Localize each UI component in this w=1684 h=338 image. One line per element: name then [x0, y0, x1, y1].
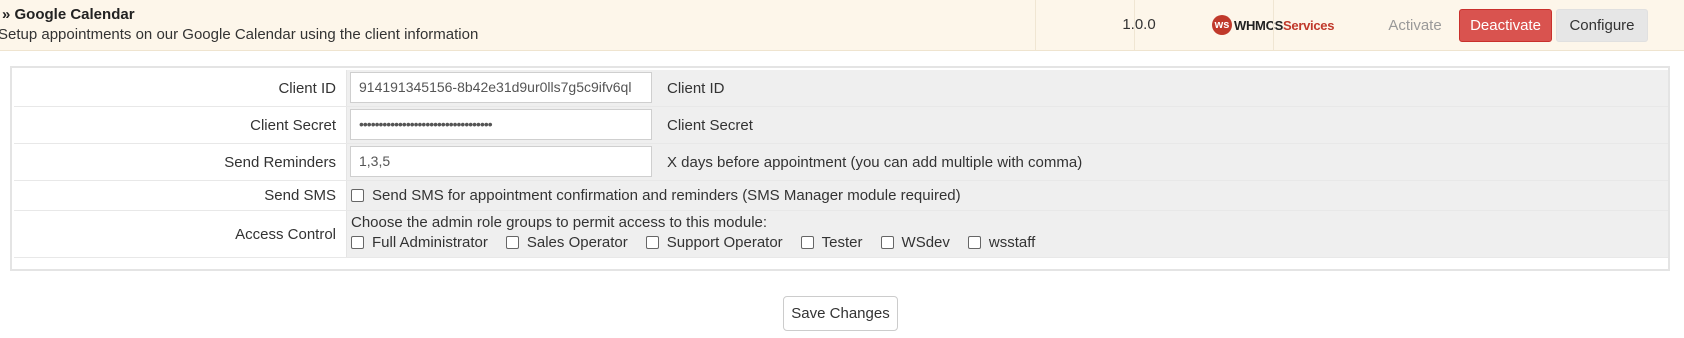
activate-button[interactable]: Activate — [1378, 9, 1452, 42]
client-id-field-cell: 914191345156-8b42e31d9ur0lls7g5c9ifv6ql … — [346, 70, 1668, 106]
role-option: Support Operator — [645, 234, 783, 251]
send-sms-field-cell: Send SMS for appointment confirmation an… — [346, 181, 1668, 210]
send-reminders-input[interactable]: 1,3,5 — [350, 146, 652, 177]
send-sms-checkbox[interactable] — [351, 189, 364, 202]
config-row-client-id: Client ID 914191345156-8b42e31d9ur0lls7g… — [14, 70, 1668, 107]
send-reminders-field-cell: 1,3,5 X days before appointment (you can… — [346, 144, 1668, 180]
role-option: WSdev — [880, 234, 950, 251]
vendor-logo-mark-icon: ws — [1212, 15, 1232, 35]
access-control-field-cell: Choose the admin role groups to permit a… — [346, 211, 1668, 257]
access-control-instruction: Choose the admin role groups to permit a… — [351, 214, 768, 231]
role-option: Sales Operator — [505, 234, 628, 251]
send-sms-label: Send SMS — [14, 181, 344, 210]
role-checkbox-tester[interactable] — [800, 236, 814, 249]
send-reminders-label: Send Reminders — [14, 144, 344, 180]
client-secret-input[interactable]: •••••••••••••••••••••••••••••••••• — [350, 109, 652, 140]
client-secret-field-cell: •••••••••••••••••••••••••••••••••• Clien… — [346, 107, 1668, 143]
role-label[interactable]: Full Administrator — [372, 234, 488, 251]
vendor-logo-text: WHMCSServices — [1234, 18, 1334, 33]
client-id-label: Client ID — [14, 70, 344, 106]
config-row-send-sms: Send SMS Send SMS for appointment confir… — [14, 181, 1668, 211]
save-changes-button[interactable]: Save Changes — [783, 296, 898, 331]
config-row-client-secret: Client Secret ••••••••••••••••••••••••••… — [14, 107, 1668, 144]
client-secret-label: Client Secret — [14, 107, 344, 143]
access-control-roles: Full Administrator Sales Operator Suppor… — [351, 234, 1053, 251]
config-row-send-reminders: Send Reminders 1,3,5 X days before appoi… — [14, 144, 1668, 181]
configure-button[interactable]: Configure — [1556, 9, 1648, 42]
role-label[interactable]: Sales Operator — [527, 234, 628, 251]
access-control-label: Access Control — [14, 211, 344, 257]
column-divider — [1035, 0, 1036, 50]
client-secret-description: Client Secret — [667, 117, 753, 134]
vendor-logo-text-part1: WHMCS — [1234, 17, 1284, 33]
module-version: 1.0.0 — [1122, 16, 1156, 33]
send-reminders-description: X days before appointment (you can add m… — [667, 154, 1083, 171]
vendor-logo-text-part2: Services — [1283, 17, 1335, 33]
deactivate-button[interactable]: Deactivate — [1459, 9, 1552, 42]
role-option: wsstaff — [967, 234, 1035, 251]
column-divider — [1134, 0, 1135, 50]
role-label[interactable]: wsstaff — [989, 234, 1035, 251]
role-option: Full Administrator — [351, 234, 488, 251]
role-checkbox-sales-operator[interactable] — [505, 236, 519, 249]
client-id-input[interactable]: 914191345156-8b42e31d9ur0lls7g5c9ifv6ql — [350, 72, 652, 103]
send-sms-checkbox-label[interactable]: Send SMS for appointment confirmation an… — [372, 187, 961, 204]
config-row-access-control: Access Control Choose the admin role gro… — [14, 211, 1668, 258]
role-option: Tester — [800, 234, 863, 251]
role-label[interactable]: Support Operator — [667, 234, 783, 251]
role-checkbox-full-administrator[interactable] — [351, 236, 364, 249]
module-row: » Google Calendar Setup appointments on … — [0, 0, 1684, 51]
column-divider — [1273, 0, 1274, 50]
role-checkbox-support-operator[interactable] — [645, 236, 659, 249]
client-id-description: Client ID — [667, 80, 725, 97]
send-sms-option: Send SMS for appointment confirmation an… — [351, 187, 961, 204]
role-label[interactable]: Tester — [822, 234, 863, 251]
role-checkbox-wsdev[interactable] — [880, 236, 894, 249]
module-description: Setup appointments on our Google Calenda… — [0, 26, 479, 43]
module-name: » Google Calendar — [2, 6, 135, 23]
role-label[interactable]: WSdev — [902, 234, 950, 251]
role-checkbox-wsstaff[interactable] — [967, 236, 981, 249]
module-config-panel: Client ID 914191345156-8b42e31d9ur0lls7g… — [10, 66, 1670, 271]
